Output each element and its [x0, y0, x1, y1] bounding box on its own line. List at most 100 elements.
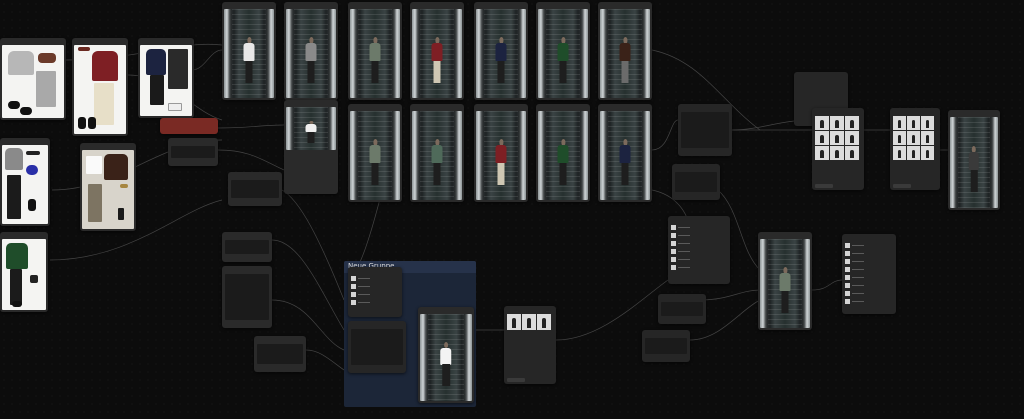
node-header	[168, 138, 218, 144]
node-header	[284, 100, 338, 106]
node-header	[348, 267, 402, 273]
node-header	[80, 143, 136, 149]
prompt-textarea[interactable]	[681, 112, 729, 148]
prompt-textarea[interactable]	[225, 274, 269, 320]
image-node-outfit-2[interactable]	[72, 38, 128, 136]
node-header	[812, 108, 864, 114]
image-node-escalator-r2c4[interactable]	[474, 104, 528, 202]
image-node-outfit-4[interactable]	[0, 138, 50, 226]
node-header	[418, 307, 474, 313]
prompt-node-3[interactable]	[222, 232, 272, 262]
image-node-escalator-group[interactable]	[418, 307, 474, 403]
text-node-right-2[interactable]	[672, 164, 720, 200]
prompt-node-5[interactable]	[254, 336, 306, 372]
node-header	[348, 104, 402, 110]
node-header	[668, 216, 730, 222]
prompt-textarea[interactable]	[661, 302, 703, 316]
preview-grid-node-1[interactable]	[504, 306, 556, 384]
node-header	[658, 294, 706, 300]
image-node-escalator-right-2[interactable]	[758, 232, 812, 330]
image-list-node[interactable]	[348, 267, 402, 317]
node-header	[222, 2, 276, 8]
image-node-escalator-right-1[interactable]	[948, 110, 1000, 210]
node-header	[138, 38, 194, 44]
node-header	[474, 104, 528, 110]
image-node-escalator-r1c6[interactable]	[536, 2, 590, 100]
escalator-image	[760, 239, 810, 328]
prompt-textarea[interactable]	[231, 180, 279, 198]
node-header	[890, 108, 940, 114]
preview-grid-node-2[interactable]	[812, 108, 864, 190]
prompt-textarea[interactable]	[675, 172, 717, 192]
image-node-escalator-r2c5[interactable]	[536, 104, 590, 202]
image-node-escalator-r2c3[interactable]	[410, 104, 464, 202]
prompt-textarea[interactable]	[257, 344, 303, 364]
node-header	[642, 330, 690, 336]
image-node-escalator-r1c5[interactable]	[474, 2, 528, 100]
image-node-escalator-r1c1[interactable]	[222, 2, 276, 100]
image-node-escalator-r2c1[interactable]	[284, 100, 338, 194]
escalator-image	[600, 111, 650, 200]
text-node-right-1[interactable]	[678, 104, 732, 156]
node-header	[72, 38, 128, 44]
node-header	[284, 2, 338, 8]
node-header	[410, 2, 464, 8]
node-header	[842, 234, 896, 240]
node-header	[228, 172, 282, 178]
prompt-node-group[interactable]	[348, 321, 406, 373]
escalator-image	[476, 9, 526, 98]
escalator-image	[420, 314, 472, 401]
node-header	[678, 104, 732, 110]
outfit-image	[2, 239, 46, 310]
workflow-canvas[interactable]: Neue Gruppe	[0, 0, 1024, 419]
queue-button[interactable]	[507, 378, 525, 382]
image-node-escalator-r2c6[interactable]	[598, 104, 652, 202]
node-header	[348, 321, 406, 327]
preview-grid-node-3[interactable]	[890, 108, 940, 190]
node-header	[0, 138, 50, 144]
outfit-image	[2, 145, 48, 224]
outfit-image	[74, 45, 126, 134]
node-header	[410, 104, 464, 110]
prompt-textarea[interactable]	[351, 329, 403, 365]
image-node-escalator-r1c4[interactable]	[410, 2, 464, 100]
outfit-image	[82, 150, 134, 229]
node-header	[794, 72, 848, 78]
image-node-escalator-r2c2[interactable]	[348, 104, 402, 202]
prompt-textarea[interactable]	[645, 338, 687, 354]
escalator-image	[286, 9, 336, 98]
prompt-textarea[interactable]	[171, 146, 215, 158]
escalator-image	[538, 111, 588, 200]
prompt-node-4[interactable]	[222, 266, 272, 328]
image-node-outfit-1[interactable]	[0, 38, 66, 120]
escalator-image	[412, 9, 462, 98]
node-header	[948, 110, 1000, 116]
node-header	[348, 2, 402, 8]
prompt-node-2[interactable]	[228, 172, 282, 206]
node-group[interactable]: Neue Gruppe	[344, 261, 476, 407]
queue-button[interactable]	[893, 184, 911, 188]
image-list-node-right[interactable]	[668, 216, 730, 284]
image-node-escalator-r1c2[interactable]	[284, 2, 338, 100]
prompt-textarea[interactable]	[225, 240, 269, 254]
image-node-outfit-5[interactable]	[80, 143, 136, 231]
text-node-right-3[interactable]	[658, 294, 706, 324]
node-header	[0, 38, 66, 44]
prompt-node-1[interactable]	[168, 138, 218, 166]
node-header	[222, 266, 272, 272]
image-node-outfit-6[interactable]	[0, 232, 48, 312]
node-header	[222, 232, 272, 238]
image-list-node-far-right[interactable]	[842, 234, 896, 314]
node-header	[160, 118, 218, 124]
queue-button[interactable]	[815, 184, 833, 188]
image-node-escalator-r1c3[interactable]	[348, 2, 402, 100]
node-header	[672, 164, 720, 170]
escalator-image	[224, 9, 274, 98]
escalator-image	[412, 111, 462, 200]
prompt-node-accent[interactable]	[160, 118, 218, 134]
escalator-image	[600, 9, 650, 98]
escalator-image	[476, 111, 526, 200]
image-node-escalator-r1c7[interactable]	[598, 2, 652, 100]
text-node-right-4[interactable]	[642, 330, 690, 362]
image-node-outfit-3[interactable]	[138, 38, 194, 118]
